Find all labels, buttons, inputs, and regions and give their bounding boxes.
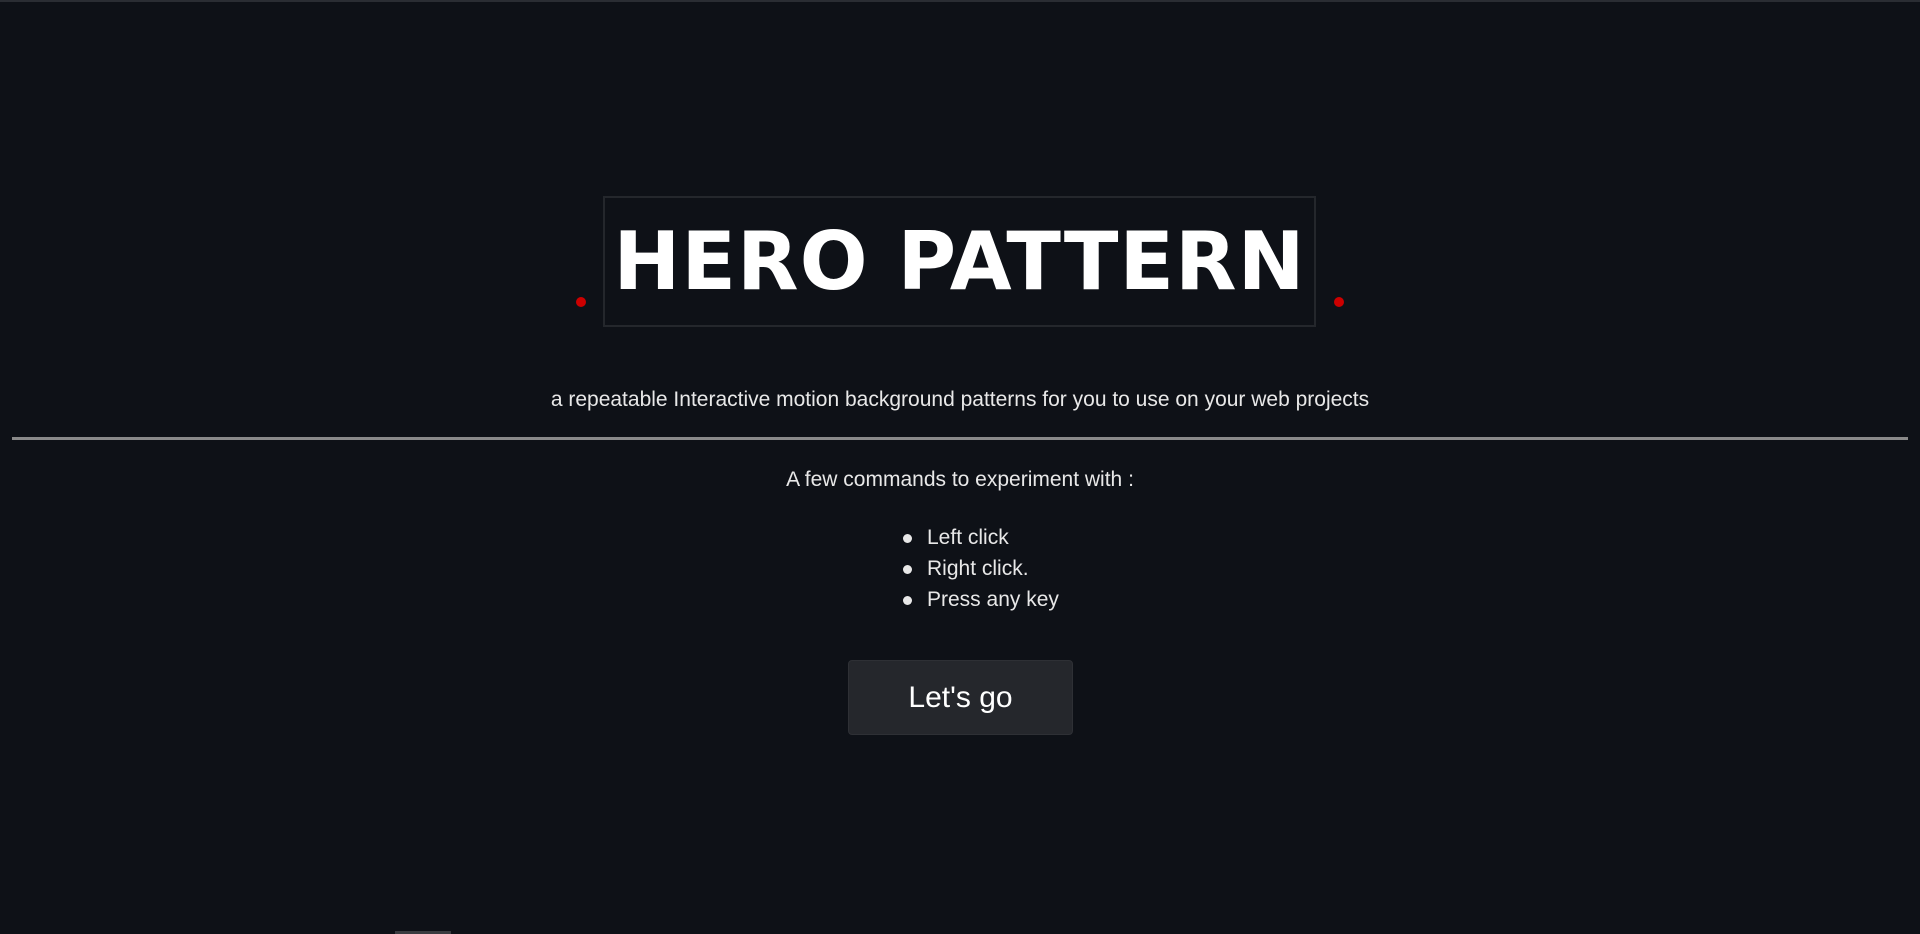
lets-go-button[interactable]: Let's go: [848, 660, 1073, 735]
commands-list: Left click Right click. Press any key: [903, 522, 1059, 615]
command-label: Left click: [927, 526, 1009, 549]
red-dot-right-icon: [1334, 297, 1344, 307]
divider: [12, 437, 1908, 440]
list-item: Left click: [903, 522, 1059, 553]
bullet-icon: [903, 596, 912, 605]
list-item: Press any key: [903, 584, 1059, 615]
hero-title-box: HERO PATTERN: [603, 196, 1316, 327]
hero-subtitle: a repeatable Interactive motion backgrou…: [550, 388, 1370, 411]
hero-page: HERO PATTERN a repeatable Interactive mo…: [0, 0, 1920, 934]
command-label: Right click.: [927, 557, 1029, 580]
commands-heading: A few commands to experiment with :: [786, 468, 1134, 491]
list-item: Right click.: [903, 553, 1059, 584]
hero-title: HERO PATTERN: [613, 215, 1306, 308]
hero-title-area: HERO PATTERN: [0, 196, 1920, 329]
bullet-icon: [903, 534, 912, 543]
bullet-icon: [903, 565, 912, 574]
red-dot-left-icon: [576, 297, 586, 307]
command-label: Press any key: [927, 588, 1059, 611]
